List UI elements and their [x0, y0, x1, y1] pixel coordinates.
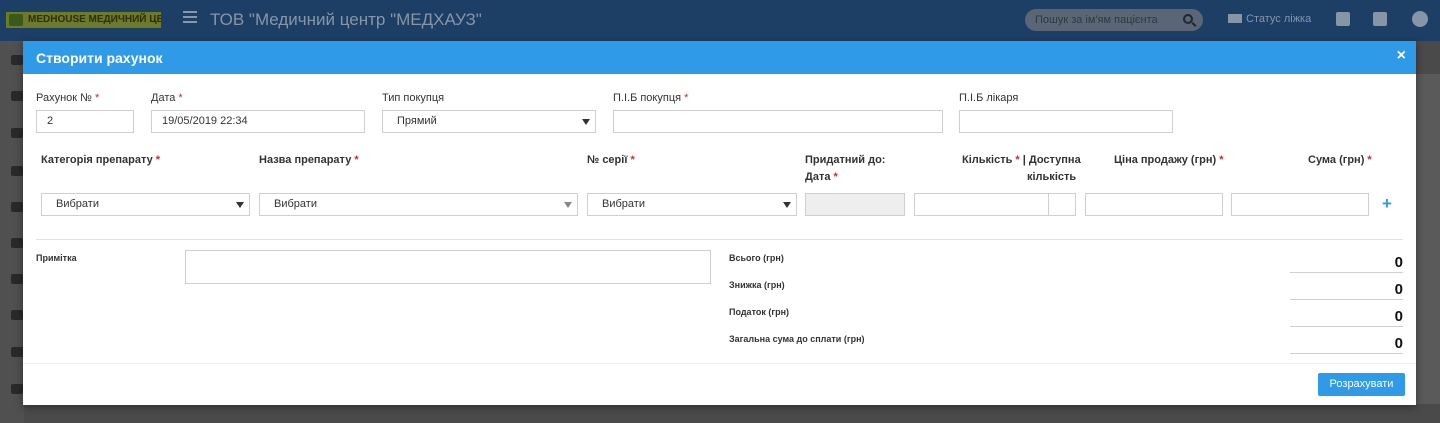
drug-name-value: Вибрати [274, 198, 317, 210]
total-label: Всього (грн) [729, 253, 784, 263]
doctor-name-input[interactable] [959, 110, 1173, 133]
sidebar-cart-icon[interactable] [11, 166, 23, 176]
price-input[interactable] [1085, 193, 1223, 216]
patient-search-input[interactable]: Пошук за ім'ям пацієнта [1025, 9, 1203, 31]
invoice-no-input[interactable]: 2 [36, 110, 134, 133]
sidebar-ambulance-icon[interactable] [11, 238, 23, 248]
valid-until-header-line2: Дата * [805, 171, 838, 183]
series-value: Вибрати [602, 198, 645, 210]
grand-total-value: 0 [1290, 334, 1403, 354]
date-label: Дата * [151, 92, 183, 104]
add-row-plus-icon[interactable]: + [1382, 194, 1392, 214]
available-quantity-field [1048, 193, 1076, 216]
calculate-button[interactable]: Розрахувати [1318, 373, 1405, 396]
chevron-down-icon [582, 119, 590, 125]
category-value: Вибрати [56, 198, 99, 210]
invoice-no-label: Рахунок № * [36, 92, 100, 104]
footer-divider [23, 363, 1416, 364]
quantity-input[interactable] [914, 193, 1049, 216]
user-avatar-icon[interactable] [1412, 11, 1428, 27]
chevron-down-icon [783, 202, 791, 208]
tax-value: 0 [1290, 307, 1403, 327]
sidebar-umbrella-icon[interactable] [11, 347, 23, 357]
modal-header: Створити рахунок × [23, 41, 1416, 74]
bed-icon [1228, 14, 1242, 23]
logo-icon [9, 14, 23, 26]
tax-label: Податок (грн) [729, 307, 790, 317]
create-invoice-modal: Створити рахунок × Рахунок № * 2 Дата * 19… [23, 41, 1416, 405]
drug-name-header: Назва препарату * [259, 154, 359, 166]
sidebar-lab-icon[interactable] [11, 202, 23, 212]
sum-header: Сума (грн) * [1308, 154, 1372, 166]
note-textarea[interactable] [185, 250, 711, 284]
modal-title: Створити рахунок [36, 50, 163, 66]
close-icon[interactable]: × [1397, 48, 1406, 64]
buyer-type-label: Тип покупця [382, 92, 445, 104]
date-input[interactable]: 19/05/2019 22:34 [151, 110, 365, 133]
category-header: Категорія препарату * [41, 154, 161, 166]
sum-input[interactable] [1231, 193, 1369, 216]
available-header-line2: кількість [1027, 171, 1077, 183]
background-panel [1416, 74, 1440, 404]
calendar-icon[interactable] [1336, 12, 1350, 26]
grand-total-label: Загальна сума до сплати (грн) [729, 334, 865, 344]
price-header: Ціна продажу (грн) * [1114, 154, 1224, 166]
sidebar-ticket-icon[interactable] [11, 384, 23, 394]
checkbox-icon[interactable] [1373, 12, 1387, 26]
hamburger-icon[interactable] [183, 11, 197, 25]
sidebar-blood-icon[interactable] [11, 310, 23, 320]
series-header: № серії * [587, 154, 635, 166]
buyer-type-select[interactable]: Прямий [382, 110, 596, 133]
quantity-header: Кількість * | Доступна [962, 154, 1081, 166]
sidebar [0, 41, 24, 423]
sidebar-stethoscope-icon[interactable] [11, 91, 23, 101]
search-placeholder: Пошук за ім'ям пацієнта [1035, 14, 1158, 26]
doctor-name-label: П.І.Б лікаря [959, 92, 1019, 104]
buyer-type-value: Прямий [397, 115, 437, 127]
total-value: 0 [1290, 253, 1403, 273]
bed-status-link[interactable]: Статус ліжка [1228, 13, 1311, 25]
note-label: Примітка [36, 253, 77, 263]
search-icon[interactable] [1183, 14, 1193, 24]
app-title: ТОВ "Медичний центр "МЕДХАУЗ" [210, 10, 482, 29]
app-logo[interactable]: MEDHOUSE МЕДИЧНИЙ ЦЕНТР [6, 12, 161, 28]
logo-text: MEDHOUSE МЕДИЧНИЙ ЦЕНТР [28, 14, 161, 25]
sidebar-tools-icon[interactable] [11, 274, 23, 284]
divider [36, 239, 1403, 240]
buyer-name-input[interactable] [613, 110, 943, 133]
drug-name-select[interactable]: Вибрати [259, 193, 578, 216]
category-select[interactable]: Вибрати [41, 193, 250, 216]
sidebar-bed-icon[interactable] [11, 128, 23, 138]
discount-value: 0 [1290, 280, 1403, 300]
valid-until-field [805, 193, 905, 216]
bed-status-label: Статус ліжка [1246, 13, 1312, 25]
valid-until-header-line1: Придатний до: [805, 154, 886, 166]
discount-label: Знижка (грн) [729, 280, 785, 290]
buyer-name-label: П.І.Б покупця * [613, 92, 689, 104]
chevron-down-icon [236, 202, 244, 208]
chevron-down-icon [564, 202, 572, 208]
top-navbar: MEDHOUSE МЕДИЧНИЙ ЦЕНТР ТОВ "Медичний це… [0, 0, 1440, 41]
sidebar-home-icon[interactable] [11, 55, 23, 65]
series-select[interactable]: Вибрати [587, 193, 797, 216]
